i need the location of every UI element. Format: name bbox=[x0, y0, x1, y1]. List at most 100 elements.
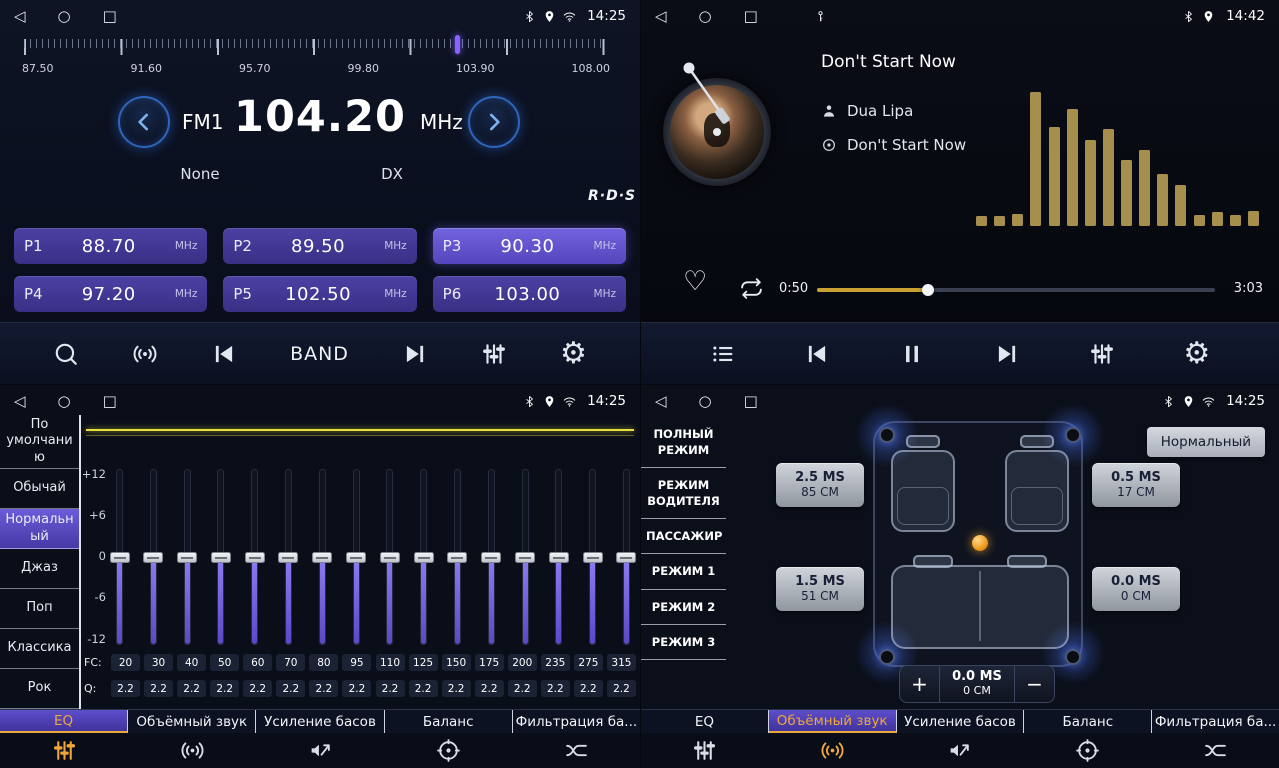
home-button[interactable]: ○ bbox=[58, 9, 71, 24]
eq-band-slider[interactable] bbox=[285, 469, 292, 645]
listening-position-marker[interactable] bbox=[972, 535, 988, 551]
preset-button-p5[interactable]: P5102.50MHz bbox=[223, 276, 416, 312]
front-right-delay-button[interactable]: 0.5 MS 17 CM bbox=[1092, 463, 1180, 507]
repeat-icon[interactable] bbox=[739, 276, 764, 301]
stage-mode-item[interactable]: РЕЖИМ 2 bbox=[641, 590, 726, 625]
back-button[interactable]: ◁ bbox=[14, 394, 26, 409]
tab-5[interactable]: Фильтрация ба... bbox=[513, 710, 640, 733]
preset-button-p4[interactable]: P497.20MHz bbox=[14, 276, 207, 312]
preset-button-p1[interactable]: P188.70MHz bbox=[14, 228, 207, 264]
stage-mode-item[interactable]: РЕЖИМ 1 bbox=[641, 554, 726, 589]
eq-band-slider[interactable] bbox=[454, 469, 461, 645]
balance-icon[interactable] bbox=[1024, 733, 1152, 768]
progress-thumb[interactable] bbox=[922, 284, 934, 296]
recents-button[interactable]: □ bbox=[744, 394, 758, 409]
tab-5[interactable]: Фильтрация ба... bbox=[1152, 710, 1279, 733]
slider-thumb[interactable] bbox=[481, 552, 501, 563]
recents-button[interactable]: □ bbox=[103, 9, 117, 24]
pause-icon[interactable] bbox=[899, 341, 925, 367]
tab-1[interactable]: EQ bbox=[0, 710, 128, 733]
recents-button[interactable]: □ bbox=[744, 9, 758, 24]
back-button[interactable]: ◁ bbox=[655, 394, 667, 409]
next-track-icon[interactable] bbox=[994, 341, 1020, 367]
eq-preset-item[interactable]: Нормальный bbox=[0, 509, 79, 549]
equalizer-icon[interactable] bbox=[1089, 341, 1115, 367]
preset-button-p6[interactable]: P6103.00MHz bbox=[433, 276, 626, 312]
rear-left-delay-button[interactable]: 1.5 MS 51 CM bbox=[776, 567, 864, 611]
eq-preset-item[interactable]: Рок bbox=[0, 669, 79, 709]
eq-band-slider[interactable] bbox=[589, 469, 596, 645]
slider-thumb[interactable] bbox=[583, 552, 603, 563]
eq-band-slider[interactable] bbox=[555, 469, 562, 645]
progress-bar[interactable] bbox=[817, 284, 1215, 296]
home-button[interactable]: ○ bbox=[699, 9, 712, 24]
slider-thumb[interactable] bbox=[549, 552, 569, 563]
eq-band-slider[interactable] bbox=[116, 469, 123, 645]
eq-band-slider[interactable] bbox=[488, 469, 495, 645]
home-button[interactable]: ○ bbox=[699, 394, 712, 409]
recents-button[interactable]: □ bbox=[103, 394, 117, 409]
eq-band-slider[interactable] bbox=[319, 469, 326, 645]
slider-thumb[interactable] bbox=[245, 552, 265, 563]
eq-band-slider[interactable] bbox=[522, 469, 529, 645]
front-left-delay-button[interactable]: 2.5 MS 85 CM bbox=[776, 463, 864, 507]
previous-station-icon[interactable] bbox=[211, 341, 237, 367]
delay-increase-button[interactable]: + bbox=[900, 666, 940, 702]
tab-2[interactable]: Объёмный звук bbox=[128, 710, 256, 733]
surround-sound-icon[interactable] bbox=[128, 733, 256, 768]
eq-band-slider[interactable] bbox=[353, 469, 360, 645]
eq-band-slider[interactable] bbox=[386, 469, 393, 645]
band-button[interactable]: BAND bbox=[290, 343, 349, 365]
eq-preset-item[interactable]: Джаз bbox=[0, 549, 79, 589]
eq-band-slider[interactable] bbox=[150, 469, 157, 645]
settings-gear-icon[interactable]: ⚙ bbox=[560, 339, 587, 369]
slider-thumb[interactable] bbox=[110, 552, 130, 563]
tab-2[interactable]: Объёмный звук bbox=[769, 710, 897, 733]
eq-band-slider[interactable] bbox=[184, 469, 191, 645]
playlist-icon[interactable] bbox=[710, 341, 736, 367]
eq-sliders-icon[interactable] bbox=[0, 733, 128, 768]
eq-band-slider[interactable] bbox=[217, 469, 224, 645]
tab-3[interactable]: Усиление басов bbox=[897, 710, 1025, 733]
previous-track-icon[interactable] bbox=[804, 341, 830, 367]
stage-mode-item[interactable]: РЕЖИМ 3 bbox=[641, 625, 726, 660]
tab-4[interactable]: Баланс bbox=[1024, 710, 1152, 733]
tab-4[interactable]: Баланс bbox=[385, 710, 513, 733]
slider-thumb[interactable] bbox=[346, 552, 366, 563]
next-station-icon[interactable] bbox=[402, 341, 428, 367]
stage-preset-button[interactable]: Нормальный bbox=[1147, 427, 1265, 457]
eq-band-slider[interactable] bbox=[623, 469, 630, 645]
slider-thumb[interactable] bbox=[278, 552, 298, 563]
preset-button-p3[interactable]: P390.30MHz bbox=[433, 228, 626, 264]
eq-band-slider[interactable] bbox=[420, 469, 427, 645]
broadcast-icon[interactable] bbox=[132, 341, 158, 367]
seek-up-button[interactable] bbox=[468, 96, 520, 148]
back-button[interactable]: ◁ bbox=[655, 9, 667, 24]
slider-thumb[interactable] bbox=[177, 552, 197, 563]
balance-icon[interactable] bbox=[384, 733, 512, 768]
rear-right-delay-button[interactable]: 0.0 MS 0 CM bbox=[1092, 567, 1180, 611]
scan-icon[interactable] bbox=[53, 341, 79, 367]
equalizer-icon[interactable] bbox=[481, 341, 507, 367]
surround-sound-icon[interactable] bbox=[769, 733, 897, 768]
slider-thumb[interactable] bbox=[447, 552, 467, 563]
preset-button-p2[interactable]: P289.50MHz bbox=[223, 228, 416, 264]
tab-3[interactable]: Усиление басов bbox=[256, 710, 384, 733]
slider-thumb[interactable] bbox=[616, 552, 636, 563]
delay-decrease-button[interactable]: − bbox=[1014, 666, 1054, 702]
settings-gear-icon[interactable]: ⚙ bbox=[1183, 339, 1210, 369]
eq-preset-item[interactable]: Классика bbox=[0, 629, 79, 669]
slider-thumb[interactable] bbox=[380, 552, 400, 563]
crossover-filter-icon[interactable] bbox=[1151, 733, 1279, 768]
tab-1[interactable]: EQ bbox=[641, 710, 769, 733]
slider-thumb[interactable] bbox=[143, 552, 163, 563]
eq-preset-item[interactable]: Поп bbox=[0, 589, 79, 629]
eq-sliders-icon[interactable] bbox=[641, 733, 769, 768]
back-button[interactable]: ◁ bbox=[14, 9, 26, 24]
stage-mode-item[interactable]: ПОЛНЫЙ РЕЖИМ bbox=[641, 417, 726, 468]
bass-boost-icon[interactable] bbox=[256, 733, 384, 768]
frequency-ruler[interactable]: 87.5091.6095.7099.80103.90108.00 bbox=[0, 34, 640, 82]
crossover-filter-icon[interactable] bbox=[512, 733, 640, 768]
home-button[interactable]: ○ bbox=[58, 394, 71, 409]
eq-preset-item[interactable]: По умолчанию bbox=[0, 415, 79, 469]
